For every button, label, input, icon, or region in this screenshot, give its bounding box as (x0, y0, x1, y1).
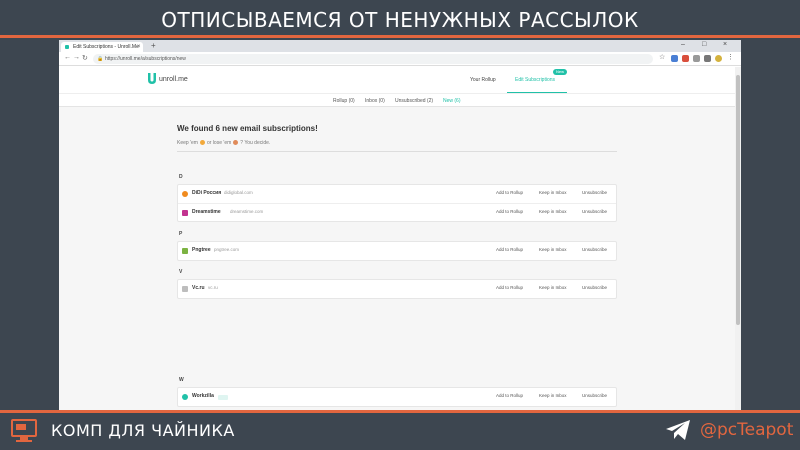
tab-title: Edit Subscriptions - Unroll.Me (73, 44, 139, 50)
list-item: Vc.ru vc.ru Add to Rollup Keep in Inbox … (178, 280, 616, 298)
tab-new[interactable]: New (6) (443, 98, 461, 104)
unsubscribe-button[interactable]: Unsubscribe (582, 285, 607, 290)
keep-in-inbox-button[interactable]: Keep in Inbox (539, 285, 567, 290)
sender-name: DiDi Россия (192, 190, 222, 196)
unsubscribe-button[interactable]: Unsubscribe (582, 190, 607, 195)
minimize-button[interactable]: – (681, 41, 685, 48)
unsubscribe-button[interactable]: Unsubscribe (582, 247, 607, 252)
extension-icon[interactable] (693, 55, 700, 62)
add-to-rollup-button[interactable]: Add to Rollup (496, 209, 523, 214)
unsubscribe-button[interactable]: Unsubscribe (582, 393, 607, 398)
telegram-icon (666, 420, 690, 440)
keep-in-inbox-button[interactable]: Keep in Inbox (539, 209, 567, 214)
maximize-button[interactable]: □ (702, 41, 706, 48)
list-item: Workzilla Add to Rollup Keep in Inbox Un… (178, 388, 616, 406)
add-to-rollup-button[interactable]: Add to Rollup (496, 247, 523, 252)
bookmark-star-icon[interactable]: ☆ (659, 53, 666, 61)
group-letter-p: P (179, 231, 183, 237)
divider (177, 151, 617, 152)
page-title: We found 6 new email subscriptions! (177, 124, 318, 133)
page-subtitle: Keep 'em or lose 'em ? You decide. (177, 140, 270, 146)
unrollme-logo-icon[interactable] (147, 72, 157, 85)
subscription-filter-nav: Rollup (0) Inbox (0) Unsubscribed (2) Ne… (59, 93, 735, 107)
didi-icon (182, 191, 188, 197)
hint-decide-text: ? You decide. (240, 140, 271, 146)
tab-unsubscribed[interactable]: Unsubscribed (2) (395, 98, 433, 104)
unsubscribe-button[interactable]: Unsubscribe (582, 209, 607, 214)
sender-name: Dreamstime (192, 209, 221, 215)
subscription-group-w: Workzilla Add to Rollup Keep in Inbox Un… (177, 387, 617, 407)
hint-keep-text: Keep 'em (177, 140, 198, 146)
reload-icon[interactable]: ↻ (82, 54, 88, 62)
banner-title: ОТПИСЫВАЕМСЯ ОТ НЕНУЖНЫХ РАССЫЛОК (0, 0, 800, 36)
group-letter-w: W (179, 377, 184, 383)
back-icon[interactable]: ← (64, 54, 71, 61)
tab-close-icon[interactable]: × (137, 42, 141, 52)
vc-icon (182, 286, 188, 292)
sender-domain: didiglobal.com (224, 190, 253, 195)
pngtree-icon (182, 248, 188, 254)
browser-tab[interactable]: Edit Subscriptions - Unroll.Me × (61, 42, 143, 52)
thumbs-up-icon (199, 140, 205, 146)
add-to-rollup-button[interactable]: Add to Rollup (496, 285, 523, 290)
list-item: Pngtree pngtree.com Add to Rollup Keep i… (178, 242, 616, 260)
sender-domain: vc.ru (208, 285, 218, 290)
hint-lose-text: or lose 'em (206, 140, 232, 146)
tab-rollup[interactable]: Rollup (0) (333, 98, 355, 104)
forward-icon[interactable]: → (73, 54, 80, 61)
accent-divider-top (0, 35, 800, 38)
extension-icon[interactable] (682, 55, 689, 62)
close-window-button[interactable]: × (723, 41, 727, 48)
workzilla-icon (182, 394, 188, 400)
sender-domain: dreamstime.com (230, 209, 264, 214)
url-input[interactable]: 🔒 https://unroll.me/a/subscriptions/new (93, 54, 653, 64)
logo-text[interactable]: unroll.me (159, 76, 188, 83)
site-header: unroll.me Your Rollup Edit Subscriptions… (59, 67, 735, 93)
new-tab-button[interactable]: + (151, 41, 156, 50)
subscription-group-d: DiDi Россия didiglobal.com Add to Rollup… (177, 184, 617, 222)
language-badge (218, 395, 228, 400)
add-to-rollup-button[interactable]: Add to Rollup (496, 190, 523, 195)
extension-icon[interactable] (671, 55, 678, 62)
url-text: https://unroll.me/a/subscriptions/new (105, 56, 186, 62)
group-letter-v: V (179, 269, 183, 275)
telegram-handle: @pcTeapot (700, 420, 794, 440)
scrollbar-thumb[interactable] (736, 75, 740, 325)
keep-in-inbox-button[interactable]: Keep in Inbox (539, 247, 567, 252)
page-content: unroll.me Your Rollup Edit Subscriptions… (59, 67, 735, 410)
edit-subscriptions-link[interactable]: Edit Subscriptions (515, 77, 555, 83)
address-bar: ← → ↻ 🔒 https://unroll.me/a/subscription… (59, 52, 741, 66)
browser-window: Edit Subscriptions - Unroll.Me × + – □ ×… (59, 40, 741, 410)
add-to-rollup-button[interactable]: Add to Rollup (496, 393, 523, 398)
group-letter-d: D (179, 174, 183, 180)
page-scrollbar[interactable] (735, 67, 741, 410)
subscription-group-p: Pngtree pngtree.com Add to Rollup Keep i… (177, 241, 617, 261)
extension-icon[interactable] (704, 55, 711, 62)
sender-domain: pngtree.com (214, 247, 240, 252)
profile-avatar[interactable] (715, 55, 722, 62)
list-item: DiDi Россия didiglobal.com Add to Rollup… (178, 185, 616, 203)
dreamstime-icon (182, 210, 188, 216)
footer-brand: КОМП ДЛЯ ЧАЙНИКА (51, 421, 235, 440)
sender-name: Pngtree (192, 247, 211, 253)
list-item: Dreamstime dreamstime.com Add to Rollup … (178, 203, 616, 221)
tab-inbox[interactable]: Inbox (0) (365, 98, 385, 104)
keep-in-inbox-button[interactable]: Keep in Inbox (539, 393, 567, 398)
new-badge: New (553, 69, 567, 75)
unrollme-favicon-icon (65, 45, 69, 49)
thumbs-down-icon (233, 140, 239, 146)
lock-icon: 🔒 (97, 56, 104, 62)
tab-strip: Edit Subscriptions - Unroll.Me × + – □ × (59, 40, 741, 52)
your-rollup-link[interactable]: Your Rollup (470, 77, 496, 83)
computer-logo-icon (11, 419, 37, 442)
subscription-group-v: Vc.ru vc.ru Add to Rollup Keep in Inbox … (177, 279, 617, 299)
sender-name: Workzilla (192, 393, 214, 399)
keep-in-inbox-button[interactable]: Keep in Inbox (539, 190, 567, 195)
sender-name: Vc.ru (192, 285, 205, 291)
menu-icon[interactable]: ⋮ (727, 53, 734, 61)
